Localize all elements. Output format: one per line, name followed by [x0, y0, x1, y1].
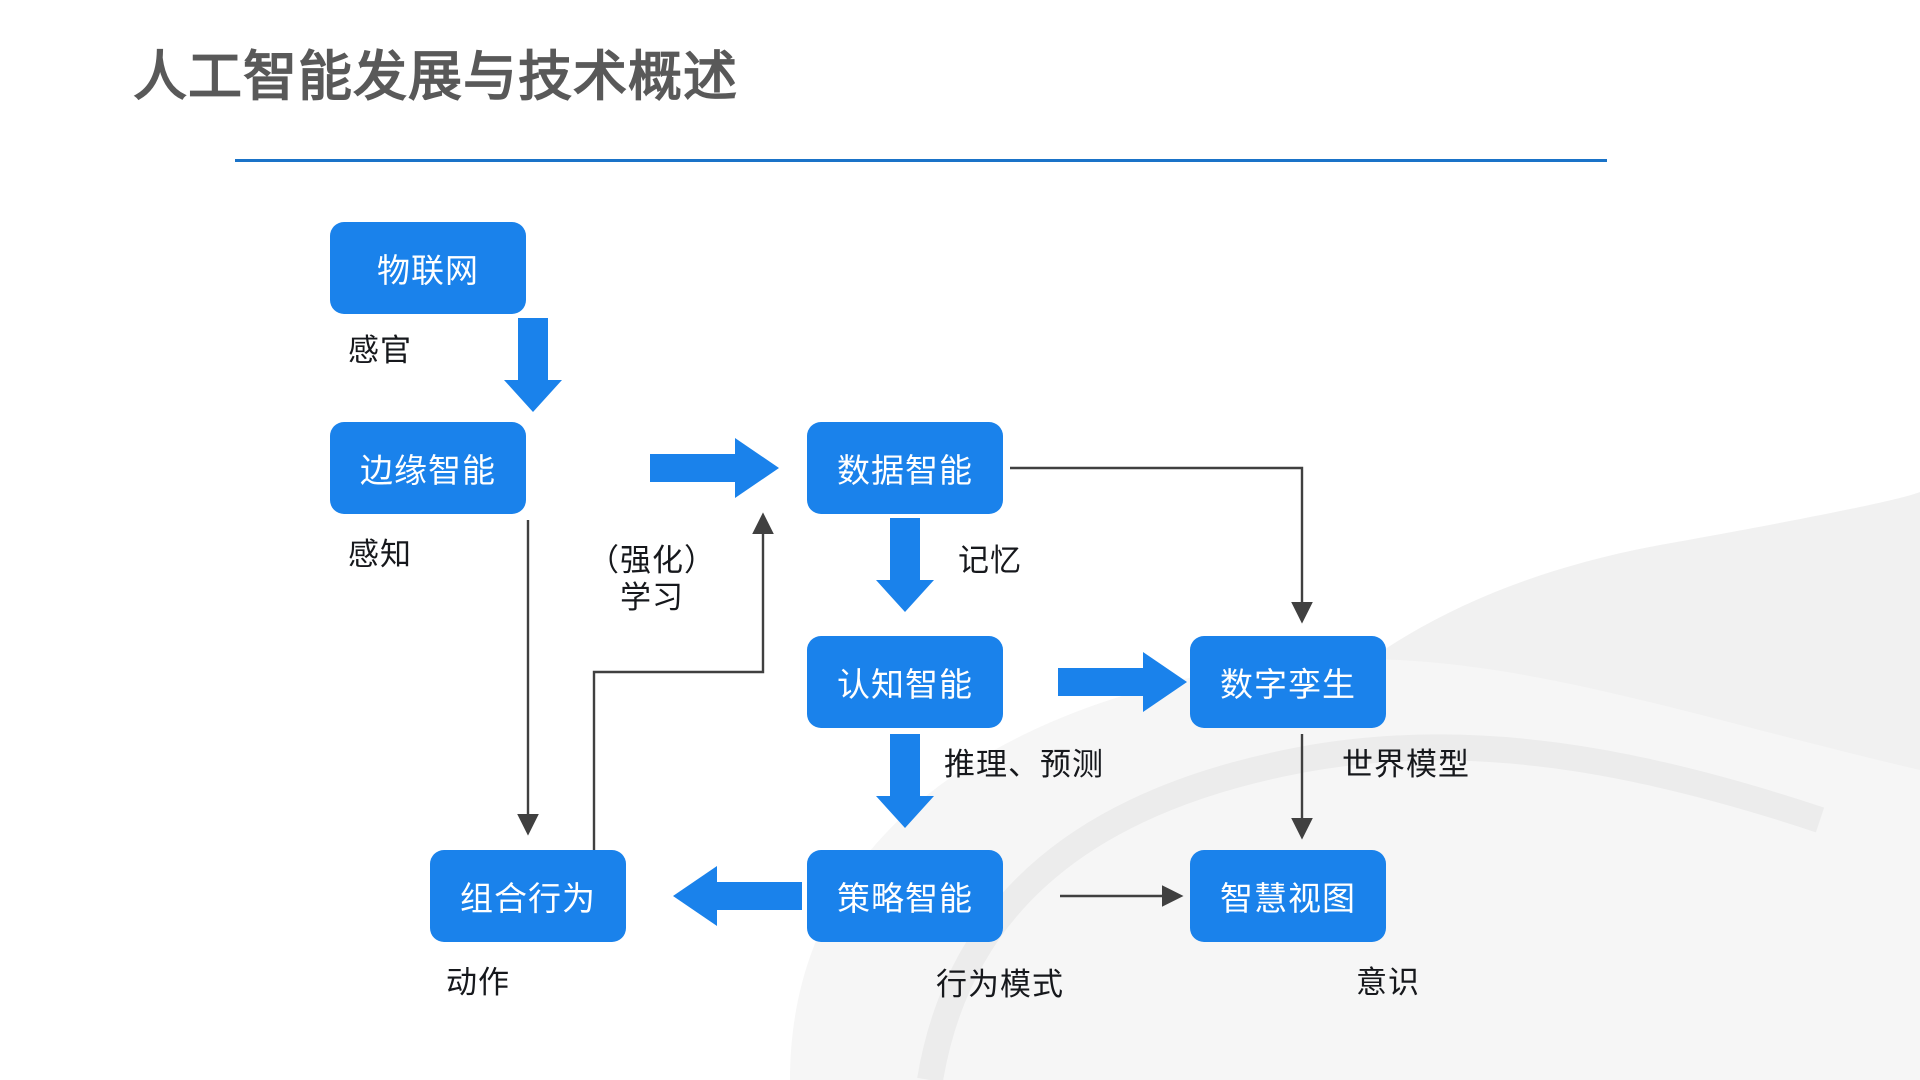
line-data-to-twin	[1010, 466, 1313, 624]
arrow-cognitive-to-twin	[1058, 652, 1187, 712]
edge-label-action: 动作	[446, 965, 510, 1000]
node-edge-intelligence[interactable]: 边缘智能	[330, 422, 526, 514]
arrow-cognitive-to-policy	[876, 734, 934, 828]
node-cognitive-intelligence[interactable]: 认知智能	[807, 636, 1003, 728]
node-smart-view[interactable]: 智慧视图	[1190, 850, 1386, 942]
arrow-iot-to-edge	[504, 318, 562, 412]
arrow-data-to-cognitive	[876, 518, 934, 612]
slide-canvas: 人工智能发展与技术概述 物联网 边缘智能 数据智能 认知智能 数字孪生 策略智能…	[0, 0, 1920, 1080]
edge-label-perception: 感知	[348, 537, 412, 572]
node-digital-twin[interactable]: 数字孪生	[1190, 636, 1386, 728]
node-composite-behavior[interactable]: 组合行为	[430, 850, 626, 942]
flow-diagram: 物联网 边缘智能 数据智能 认知智能 数字孪生 策略智能 组合行为 智慧视图 感…	[0, 0, 1920, 1080]
edge-label-awareness: 意识	[1356, 965, 1420, 1000]
node-data-intelligence[interactable]: 数据智能	[807, 422, 1003, 514]
arrow-edge-to-data	[650, 438, 779, 498]
edge-label-sense-organ: 感官	[348, 333, 412, 368]
edge-label-world-model: 世界模型	[1342, 747, 1470, 782]
edge-label-behavior-pattern: 行为模式	[936, 967, 1064, 1002]
edge-label-reasoning-prediction: 推理、预测	[944, 747, 1104, 782]
edge-label-reinforcement-learning: （强化） 学习	[588, 543, 716, 615]
arrow-policy-to-behavior	[673, 866, 802, 926]
node-iot[interactable]: 物联网	[330, 222, 526, 314]
edge-label-memory: 记忆	[958, 543, 1022, 578]
node-policy-intelligence[interactable]: 策略智能	[807, 850, 1003, 942]
